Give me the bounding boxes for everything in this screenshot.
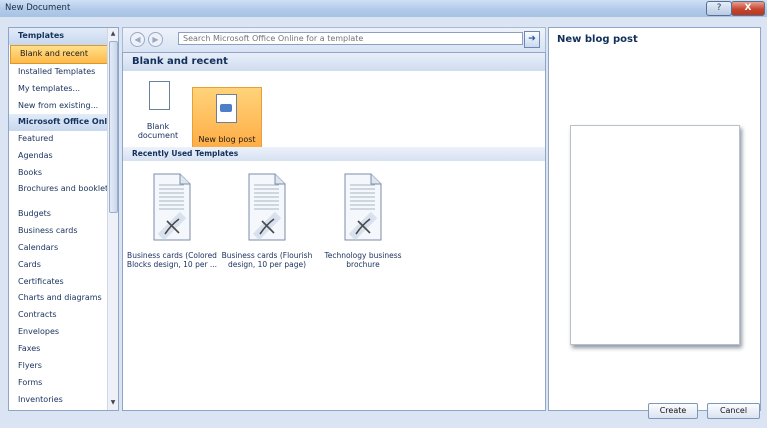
search-bar: ◀ ▶ ➔ xyxy=(122,27,546,53)
recent-template-item[interactable]: Business cards (Flourish design, 10 per … xyxy=(220,171,314,281)
tile-label: New blog post xyxy=(198,135,256,144)
window-title: New Document xyxy=(5,3,71,13)
category-item[interactable]: Calendars xyxy=(9,240,118,257)
create-button[interactable]: Create xyxy=(648,403,698,419)
back-arrow-icon[interactable]: ◀ xyxy=(130,32,145,47)
category-item[interactable]: Certificates xyxy=(9,274,118,291)
category-item[interactable]: Agendas xyxy=(9,148,118,165)
tile-label: Blank document xyxy=(137,122,179,140)
category-item[interactable]: New from existing... xyxy=(9,98,118,115)
category-header: Microsoft Office Online xyxy=(9,114,118,132)
category-item[interactable]: My templates... xyxy=(9,81,118,98)
category-item[interactable]: Installed Templates xyxy=(9,64,118,81)
recent-template-item[interactable]: Technology business brochure xyxy=(316,171,410,281)
cancel-button[interactable]: Cancel xyxy=(707,403,760,419)
category-item[interactable]: Blank and recent xyxy=(10,44,117,64)
category-item[interactable]: Inventories xyxy=(9,392,118,409)
recent-template-item[interactable]: Business cards (Colored Blocks design, 1… xyxy=(125,171,219,281)
go-arrow-icon[interactable]: ➔ xyxy=(524,31,540,48)
recent-template-label: Business cards (Flourish design, 10 per … xyxy=(221,251,313,269)
category-item[interactable]: Contracts xyxy=(9,307,118,324)
document-template-icon xyxy=(153,173,191,241)
template-content: Blank and recent Blank document New blog… xyxy=(122,52,546,411)
document-template-icon xyxy=(248,173,286,241)
category-item[interactable]: Featured xyxy=(9,131,118,148)
category-list: Templates Blank and recent Installed Templ… xyxy=(9,28,118,409)
dialog-body: Templates Blank and recent Installed Templ… xyxy=(0,17,767,428)
recent-template-label: Technology business brochure xyxy=(324,251,402,269)
category-scrollbar[interactable]: ▲ ▼ xyxy=(107,28,118,410)
category-item[interactable]: Faxes xyxy=(9,341,118,358)
forward-arrow-icon[interactable]: ▶ xyxy=(148,32,163,47)
recent-template-label: Business cards (Colored Blocks design, 1… xyxy=(126,251,218,269)
category-item[interactable]: Books xyxy=(9,165,118,182)
scroll-down-icon[interactable]: ▼ xyxy=(109,398,117,408)
section-title: Blank and recent xyxy=(123,53,545,71)
recent-templates-header: Recently Used Templates xyxy=(123,147,545,161)
category-item[interactable]: Budgets xyxy=(9,206,118,223)
category-item[interactable]: Flyers xyxy=(9,358,118,375)
preview-title: New blog post xyxy=(557,34,638,45)
category-item[interactable]: Charts and diagrams xyxy=(9,290,118,307)
scrollbar-thumb[interactable] xyxy=(109,41,118,213)
category-item[interactable]: Cards xyxy=(9,257,118,274)
title-bar: New Document ? X xyxy=(0,0,767,18)
category-item[interactable]: Envelopes xyxy=(9,324,118,341)
preview-panel: New blog post xyxy=(548,27,761,411)
help-button[interactable]: ? xyxy=(706,1,732,16)
category-panel: Templates Blank and recent Installed Templ… xyxy=(8,27,119,411)
blog-post-icon xyxy=(216,94,237,123)
blank-document-icon xyxy=(149,81,170,110)
category-item[interactable]: Brochures and booklets xyxy=(9,182,118,206)
close-button[interactable]: X xyxy=(731,1,765,16)
scroll-up-icon[interactable]: ▲ xyxy=(109,29,117,39)
document-template-icon xyxy=(344,173,382,241)
search-input[interactable] xyxy=(178,32,523,45)
category-header: Templates xyxy=(9,28,118,45)
preview-page xyxy=(570,125,740,345)
category-item[interactable]: Business cards xyxy=(9,223,118,240)
category-item[interactable]: Forms xyxy=(9,375,118,392)
tile-blank-document[interactable]: Blank document xyxy=(126,75,190,141)
